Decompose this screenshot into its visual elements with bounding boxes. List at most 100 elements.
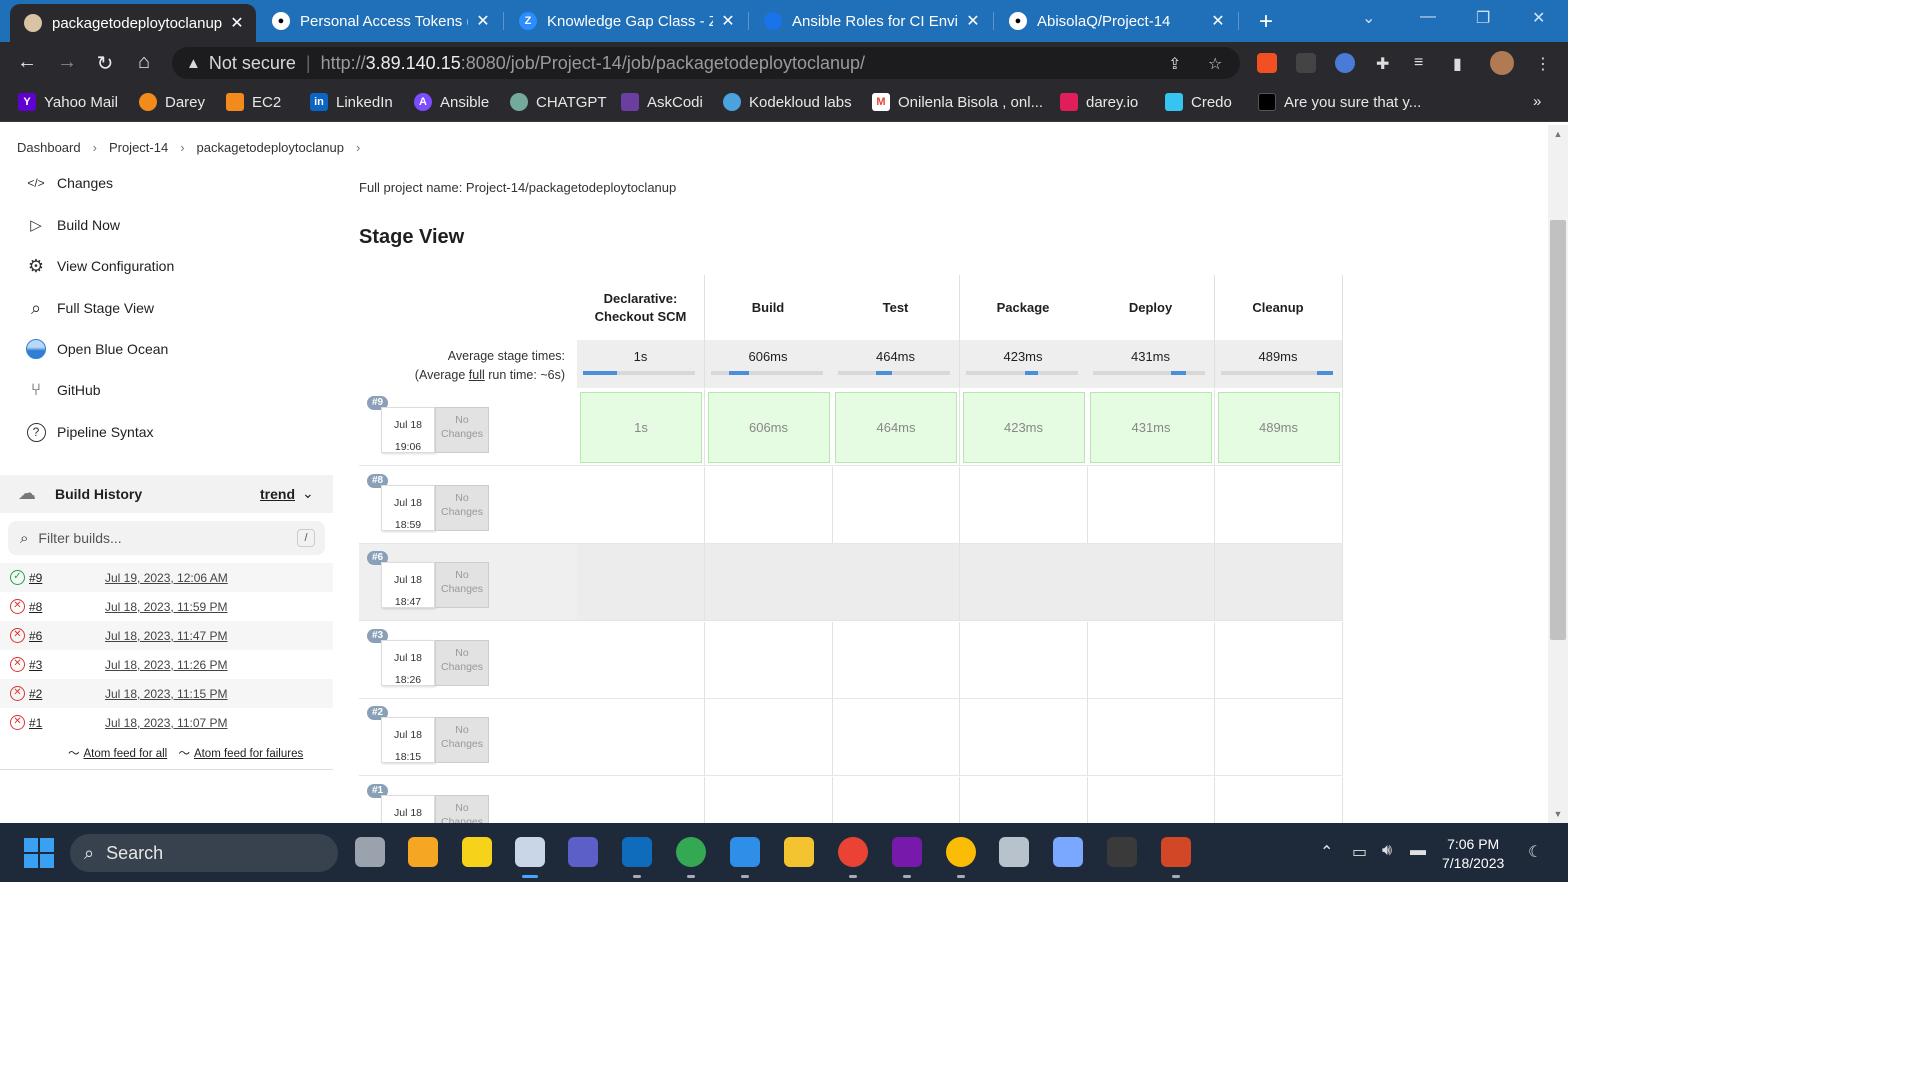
reload-icon[interactable]: ↻ — [92, 51, 118, 76]
stage-cell[interactable]: 423ms — [959, 389, 1088, 466]
stage-cell[interactable]: 1s — [577, 389, 705, 466]
breadcrumb-dashboard[interactable]: Dashboard — [17, 140, 81, 155]
close-icon[interactable]: ✕ — [719, 11, 737, 31]
address-bar[interactable]: ▲ Not secure | http:// 3.89.140.15 :8080… — [172, 47, 1240, 79]
build-number-link[interactable]: #8 — [29, 600, 42, 614]
stage-duration[interactable]: 489ms — [1217, 392, 1340, 463]
run-changes-box[interactable]: No Changes — [435, 717, 489, 763]
chrome-profile2-icon[interactable] — [946, 837, 976, 867]
notifications-icon[interactable]: ☾ — [1528, 842, 1542, 862]
scroll-down-arrow-icon[interactable]: ▼ — [1548, 809, 1568, 819]
filter-builds-input[interactable]: ⌕ Filter builds... / — [8, 521, 325, 555]
extension-dots-icon[interactable] — [1296, 53, 1316, 73]
taskbar-search-box[interactable]: ⌕ Search — [70, 834, 338, 872]
bookmark-darey[interactable]: Darey — [139, 93, 205, 111]
close-icon[interactable]: ✕ — [228, 13, 246, 33]
build-number-link[interactable]: #2 — [29, 687, 42, 701]
bookmark-darey-io[interactable]: darey.io — [1060, 93, 1138, 111]
home-icon[interactable]: ⌂ — [131, 51, 157, 74]
restore-icon[interactable]: ❐ — [1476, 8, 1490, 28]
close-icon[interactable]: ✕ — [474, 11, 492, 31]
build-history-row[interactable]: ✕ #3 Jul 18, 2023, 11:26 PM — [0, 650, 333, 679]
bookmark-are-you-sure[interactable]: Are you sure that y... — [1258, 93, 1421, 111]
chevron-right-icon[interactable]: › — [356, 140, 360, 155]
onenote-icon[interactable] — [892, 837, 922, 867]
bookmark-star-icon[interactable]: ☆ — [1208, 54, 1222, 74]
stage-duration[interactable]: 431ms — [1090, 392, 1212, 463]
network-icon[interactable]: ▭ — [1352, 842, 1367, 862]
menu-kebab-icon[interactable]: ⋮ — [1535, 54, 1551, 74]
virtualbox-icon[interactable] — [999, 837, 1029, 867]
tab-personal-access-tokens[interactable]: ● Personal Access Tokens (C ✕ — [258, 4, 502, 38]
run-changes-box[interactable]: No Changes — [435, 562, 489, 608]
new-tab-button[interactable]: + — [1254, 8, 1278, 36]
build-history-row[interactable]: ✓ #9 Jul 19, 2023, 12:06 AM — [0, 563, 333, 592]
stage-cell[interactable]: 606ms — [704, 389, 833, 466]
powerpoint-icon[interactable] — [1161, 837, 1191, 867]
battery-icon[interactable]: ▬ — [1410, 842, 1426, 860]
build-history-row[interactable]: ✕ #1 Jul 18, 2023, 11:07 PM — [0, 708, 333, 737]
taskbar-clock[interactable]: 7:06 PM 7/18/2023 — [1442, 835, 1504, 873]
atom-feed-all-link[interactable]: Atom feed for all — [84, 748, 168, 760]
sidebar-item-changes[interactable]: </> Changes — [25, 172, 113, 194]
teams-icon[interactable] — [568, 837, 598, 867]
close-icon[interactable]: ✕ — [1209, 11, 1227, 31]
windows-start-icon[interactable] — [24, 838, 54, 868]
sticky-notes-icon[interactable] — [462, 837, 492, 867]
bookmark-credo[interactable]: Credo — [1165, 93, 1232, 111]
bookmarks-overflow-icon[interactable]: » — [1533, 93, 1541, 110]
weather-icon[interactable] — [408, 837, 438, 867]
terminal-icon[interactable] — [1107, 837, 1137, 867]
breadcrumb-project[interactable]: Project-14 — [109, 140, 168, 155]
page-scrollbar[interactable]: ▲ ▼ — [1548, 125, 1568, 823]
scrollbar-thumb[interactable] — [1550, 220, 1566, 640]
share-icon[interactable]: ⇪ — [1168, 54, 1181, 74]
build-number-link[interactable]: #6 — [29, 629, 42, 643]
bookmark-ec2[interactable]: EC2 — [226, 93, 281, 111]
stage-cell[interactable]: 431ms — [1087, 389, 1215, 466]
sidebar-item-build-now[interactable]: ▷ Build Now — [25, 214, 120, 236]
stage-duration[interactable]: 1s — [580, 392, 702, 463]
tab-knowledge-gap[interactable]: Z Knowledge Gap Class - Zo ✕ — [505, 4, 747, 38]
extension-shield-icon[interactable] — [1335, 53, 1355, 73]
stage-cell[interactable]: 464ms — [832, 389, 960, 466]
build-date-link[interactable]: Jul 18, 2023, 11:26 PM — [105, 658, 228, 672]
avg-full-link[interactable]: full — [469, 368, 485, 382]
run-changes-box[interactable]: No Changes — [435, 794, 489, 823]
sidebar-item-pipeline-syntax[interactable]: ? Pipeline Syntax — [25, 421, 154, 443]
vscode-icon[interactable] — [730, 837, 760, 867]
tab-jenkins-job[interactable]: packagetodeploytoclanup ✕ — [10, 4, 256, 42]
back-icon[interactable]: ← — [14, 51, 40, 74]
side-panel-icon[interactable]: ▮ — [1453, 54, 1462, 74]
bookmark-chatgpt[interactable]: CHATGPT — [510, 93, 607, 111]
bookmark-ansible[interactable]: A Ansible — [414, 93, 489, 111]
minimize-icon[interactable]: — — [1420, 8, 1436, 26]
chrome-icon[interactable] — [676, 837, 706, 867]
stage-duration[interactable]: 423ms — [962, 392, 1085, 463]
build-date-link[interactable]: Jul 18, 2023, 11:47 PM — [105, 629, 228, 643]
sidebar-item-github[interactable]: ⑂ GitHub — [25, 379, 101, 401]
build-date-link[interactable]: Jul 18, 2023, 11:59 PM — [105, 600, 228, 614]
build-number-link[interactable]: #1 — [29, 716, 42, 730]
bookmark-yahoo-mail[interactable]: Y Yahoo Mail — [18, 93, 118, 111]
bookmark-askcodi[interactable]: AskCodi — [621, 93, 703, 111]
bookmark-gmail[interactable]: M Onilenla Bisola , onl... — [872, 93, 1043, 111]
close-icon[interactable]: ✕ — [964, 11, 982, 31]
chevron-up-icon[interactable]: ⌃ — [1320, 842, 1333, 862]
bookmark-linkedin[interactable]: in LinkedIn — [310, 93, 393, 111]
scroll-up-arrow-icon[interactable]: ▲ — [1548, 129, 1568, 139]
build-history-row[interactable]: ✕ #6 Jul 18, 2023, 11:47 PM — [0, 621, 333, 650]
file-explorer-icon[interactable] — [784, 837, 814, 867]
build-number-link[interactable]: #3 — [29, 658, 42, 672]
sidebar-item-blue-ocean[interactable]: Open Blue Ocean — [25, 338, 168, 360]
run-changes-box[interactable]: No Changes — [435, 407, 489, 453]
chevron-down-icon[interactable]: ⌄ — [302, 485, 314, 502]
extension-todo-icon[interactable] — [1257, 53, 1277, 73]
build-history-row[interactable]: ✕ #2 Jul 18, 2023, 11:15 PM — [0, 679, 333, 708]
breadcrumb-job[interactable]: packagetodeploytoclanup — [197, 140, 344, 155]
build-date-link[interactable]: Jul 18, 2023, 11:07 PM — [105, 716, 228, 730]
tab-github-repo[interactable]: ● AbisolaQ/Project-14 ✕ — [995, 4, 1237, 38]
sidebar-item-view-configuration[interactable]: ⚙ View Configuration — [25, 255, 174, 277]
bookmark-kodekloud[interactable]: Kodekloud labs — [723, 93, 852, 111]
run-changes-box[interactable]: No Changes — [435, 639, 489, 686]
